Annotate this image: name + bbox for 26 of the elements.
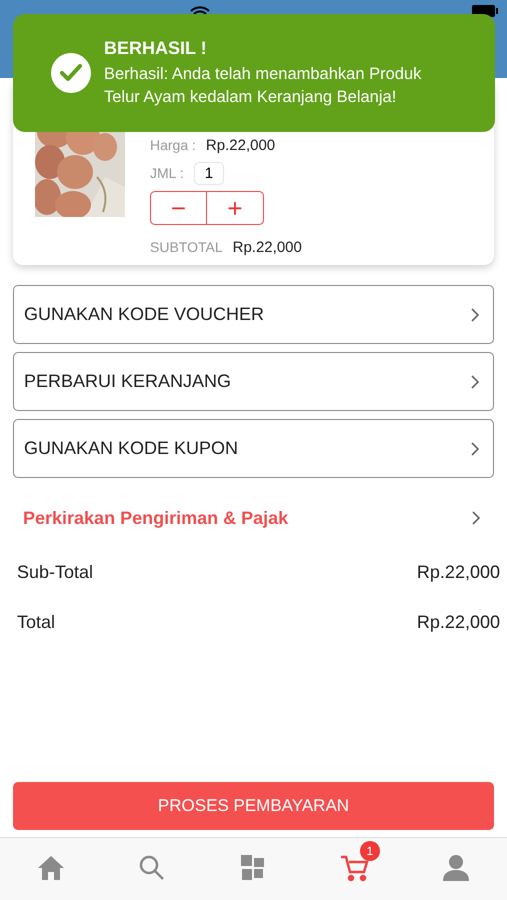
home-icon[interactable] [36,853,66,883]
quantity-field[interactable]: 1 [194,162,224,184]
action-row[interactable]: PERBARUI KERANJANG [13,352,494,411]
chevron-right-icon [471,308,479,322]
quantity-label: JML : [150,165,184,181]
cart-icon[interactable] [340,853,370,883]
subtotal-label: SUBTOTAL [150,239,223,255]
user-icon[interactable] [441,853,472,883]
chevron-right-icon [471,442,479,456]
action-row[interactable]: GUNAKAN KODE VOUCHER [13,285,494,344]
check-circle-icon [51,53,91,93]
cart-count-badge: 1 [360,841,380,861]
total-label: Sub-Total [17,562,94,583]
chevron-right-icon [471,374,479,388]
toast-title: BERHASIL ! [104,38,208,58]
total-value: Rp.22,000 [416,612,500,633]
toast-message: Berhasil: Anda telah menambahkan Produk Telur Ayam kedalam Keranjang Belanja! [104,64,422,108]
subtotal-value: Rp.22,000 [232,238,302,256]
price-value: Rp.22,000 [206,136,276,154]
action-row[interactable]: GUNAKAN KODE KUPON [13,419,494,478]
chevron-right-icon [472,511,480,525]
total-value: Rp.22,000 [416,562,500,583]
price-label: Harga : [150,137,196,153]
total-label: Total [17,612,56,633]
increase-button[interactable]: + [207,191,264,225]
decrease-button[interactable]: − [150,191,207,225]
